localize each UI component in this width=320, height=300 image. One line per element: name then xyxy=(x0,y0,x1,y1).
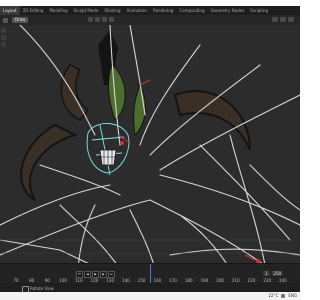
tab-layout[interactable]: Layout xyxy=(0,6,20,15)
windows-taskbar: 22°C ENG xyxy=(0,292,300,300)
overlay-icon[interactable] xyxy=(272,17,278,22)
workspace-tabs: Layout 2D Editing Modeling Sculpt Mode S… xyxy=(0,6,300,15)
select-tool-icon[interactable] xyxy=(1,28,6,33)
mode-select[interactable]: Draw xyxy=(12,17,29,23)
frame-range: 1 250 xyxy=(263,271,284,276)
tab-shading[interactable]: Shading xyxy=(101,6,123,15)
screen: Layout 2D Editing Modeling Sculpt Mode S… xyxy=(0,0,300,300)
end-frame-field[interactable]: 250 xyxy=(271,271,284,276)
tab-sculpt[interactable]: Sculpt Mode xyxy=(71,6,102,15)
shading-icon[interactable] xyxy=(280,17,286,22)
jump-start-icon[interactable]: ⏮ xyxy=(76,271,83,278)
header-tools xyxy=(88,17,114,22)
tab-modeling[interactable]: Modeling xyxy=(46,6,70,15)
falloff-icon[interactable] xyxy=(109,17,114,22)
play-icon[interactable]: ▶ xyxy=(92,271,99,278)
draw-tool-icon[interactable] xyxy=(1,35,6,40)
blender-window: Layout 2D Editing Modeling Sculpt Mode S… xyxy=(0,6,300,294)
viewport-header: Draw xyxy=(0,15,300,25)
tab-rendering[interactable]: Rendering xyxy=(150,6,176,15)
stroke-icon[interactable] xyxy=(102,17,107,22)
prev-key-icon[interactable]: ◀ xyxy=(84,271,91,278)
left-toolbar xyxy=(0,26,6,226)
tab-animation[interactable]: Animation xyxy=(124,6,150,15)
temperature: 22°C xyxy=(268,293,279,298)
jump-end-icon[interactable]: ⏭ xyxy=(108,271,115,278)
tab-compositing[interactable]: Compositing xyxy=(176,6,207,15)
3d-viewport[interactable] xyxy=(0,25,300,269)
start-frame-field[interactable]: 1 xyxy=(263,271,270,276)
color-icon[interactable] xyxy=(95,17,100,22)
system-tray: 22°C ENG xyxy=(268,293,297,298)
next-key-icon[interactable]: ▶ xyxy=(100,271,107,278)
tab-scripting[interactable]: Scripting xyxy=(247,6,271,15)
brush-icon[interactable] xyxy=(88,17,93,22)
language[interactable]: ENG xyxy=(288,293,297,298)
grease-pencil-drawing xyxy=(0,25,300,269)
tab-2d-editing[interactable]: 2D Editing xyxy=(20,6,47,15)
view-options-icon[interactable] xyxy=(288,17,294,22)
timeline[interactable]: ⏮ ◀ ▶ ▶ ⏭ 1 250 70 80 90 100 110 120 130 140 150… xyxy=(0,263,300,284)
network-icon[interactable] xyxy=(281,293,286,298)
header-right-tools xyxy=(272,17,294,22)
tab-geometry-nodes[interactable]: Geometry Nodes xyxy=(207,6,247,15)
erase-tool-icon[interactable] xyxy=(1,42,6,47)
status-text: Rotate View xyxy=(30,286,54,291)
editor-type-icon[interactable] xyxy=(3,17,8,23)
playback-controls: ⏮ ◀ ▶ ▶ ⏭ xyxy=(76,271,115,278)
